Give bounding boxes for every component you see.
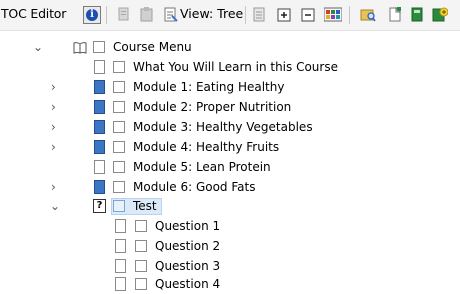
tree-item-label: Module 6: Good Fats [133, 180, 256, 194]
tree-item-label: Module 2: Proper Nutrition [133, 100, 292, 114]
book-icon[interactable] [410, 7, 424, 22]
checkbox[interactable] [93, 41, 105, 53]
question-page-icon: ? [93, 199, 106, 213]
tree-item[interactable]: › Module 1: Eating Healthy [0, 77, 460, 97]
book-icon [73, 41, 87, 54]
chevron-down-icon[interactable]: ⌄ [50, 196, 60, 216]
add-icon[interactable] [432, 7, 449, 22]
module-page-icon [94, 100, 105, 114]
checkbox[interactable] [113, 81, 125, 93]
collapse-icon[interactable] [301, 7, 315, 22]
tree-item-test[interactable]: ⌄ ? Test [0, 196, 460, 216]
toolbar-separator [106, 6, 107, 24]
expand-icon[interactable] [277, 7, 291, 22]
tree-item-label: Course Menu [113, 40, 192, 54]
checkbox[interactable] [113, 101, 125, 113]
chevron-right-icon[interactable]: › [51, 77, 56, 97]
toc-editor-title: TOC Editor [1, 6, 67, 21]
toolbar: TOC Editor i View: Tree [0, 0, 460, 31]
page-icon [94, 160, 105, 174]
module-page-icon [94, 140, 105, 154]
view-tree-button[interactable]: View: Tree [180, 6, 243, 21]
page-icon [115, 259, 126, 273]
tree-child-item[interactable]: Question 3 [0, 256, 460, 276]
chevron-right-icon[interactable]: › [51, 137, 56, 157]
checkbox[interactable] [135, 260, 147, 272]
tree-child-item[interactable]: Question 1 [0, 216, 460, 236]
cut-icon[interactable] [117, 7, 131, 22]
toc-tree: ⌄ Course Menu What You Will Learn in thi… [0, 30, 460, 293]
checkbox[interactable] [113, 61, 125, 73]
tree-child-item[interactable]: Question 2 [0, 236, 460, 256]
tree-item[interactable]: › Module 6: Good Fats [0, 177, 460, 197]
toolbar-separator [245, 6, 246, 24]
view-tree-icon[interactable] [164, 7, 178, 22]
tree-item[interactable]: What You Will Learn in this Course [0, 57, 460, 77]
tree-item-label: Question 3 [155, 259, 221, 273]
tree-item-label: Module 4: Healthy Fruits [133, 140, 280, 154]
tree-item-label: Question 2 [155, 239, 221, 253]
page-icon [115, 239, 126, 253]
tree-item-label: Module 5: Lean Protein [133, 160, 271, 174]
chevron-right-icon[interactable]: › [51, 177, 56, 197]
tree-item[interactable]: › Module 4: Healthy Fruits [0, 137, 460, 157]
tree-item[interactable]: › Module 3: Healthy Vegetables [0, 117, 460, 137]
info-icon[interactable]: i [83, 6, 101, 24]
checkbox[interactable] [113, 181, 125, 193]
toolbar-separator [349, 6, 350, 24]
module-page-icon [94, 80, 105, 94]
checkbox[interactable] [113, 200, 125, 212]
page-icon [115, 277, 126, 291]
module-page-icon [94, 120, 105, 134]
checkbox[interactable] [135, 240, 147, 252]
tree-root-course-menu[interactable]: ⌄ Course Menu [0, 37, 460, 57]
page-icon [94, 60, 105, 74]
tree-item[interactable]: › Module 2: Proper Nutrition [0, 97, 460, 117]
tree-item-label: Test [133, 199, 157, 213]
checkbox[interactable] [113, 121, 125, 133]
tree-item-label: Question 1 [155, 219, 221, 233]
checkbox[interactable] [135, 220, 147, 232]
search-folder-icon[interactable] [360, 7, 376, 22]
tree-item-label: Module 3: Healthy Vegetables [133, 120, 313, 134]
page-icon[interactable] [252, 7, 266, 22]
chevron-right-icon[interactable]: › [51, 117, 56, 137]
checkbox[interactable] [113, 141, 125, 153]
checkbox[interactable] [135, 278, 147, 290]
color-grid-icon[interactable] [323, 7, 343, 22]
paste-icon[interactable] [140, 7, 154, 22]
checkbox[interactable] [113, 161, 125, 173]
chevron-right-icon[interactable]: › [51, 97, 56, 117]
chevron-down-icon[interactable]: ⌄ [33, 37, 43, 57]
tree-item-label: Module 1: Eating Healthy [133, 80, 285, 94]
page-icon [115, 219, 126, 233]
tree-item[interactable]: Module 5: Lean Protein [0, 157, 460, 177]
module-page-icon [94, 180, 105, 194]
new-page-icon[interactable] [388, 6, 402, 22]
tree-item-label: What You Will Learn in this Course [133, 60, 338, 74]
tree-child-item[interactable]: Question 4 [0, 274, 460, 294]
tree-item-label: Question 4 [155, 277, 221, 291]
